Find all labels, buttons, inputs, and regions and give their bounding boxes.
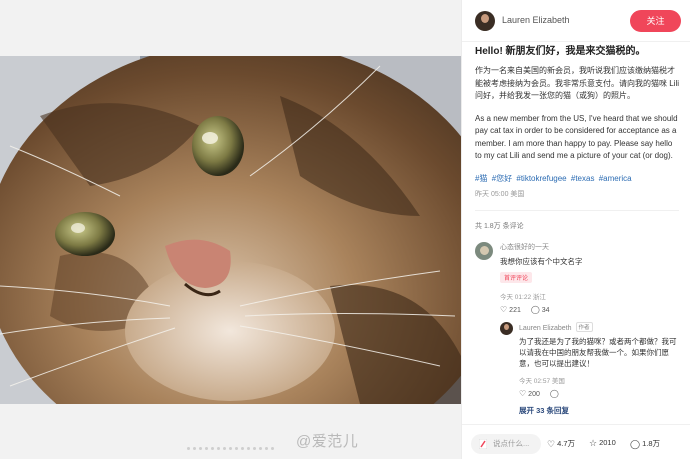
post-body-en: As a new member from the US, I've heard …	[475, 113, 678, 161]
comment-icon: ◯	[530, 304, 540, 314]
author-avatar[interactable]	[475, 11, 495, 31]
carousel-dot[interactable]	[247, 447, 250, 450]
divider	[475, 209, 679, 211]
watermark: @爱范儿	[296, 433, 359, 450]
reply-item: Lauren Elizabeth 作者 为了我还是为了我的猫咪？或者两个都做？我可…	[500, 321, 679, 416]
reply-actions: ♡ 200 ◯	[519, 389, 679, 398]
post-body-cn: 作为一名来自美国的新会员，我听说我们应该缴纳猫税才能被考虑接纳为会员。我非常乐意…	[475, 66, 680, 100]
carousel-dot[interactable]	[271, 447, 274, 450]
heart-icon: ♡	[547, 439, 556, 449]
tag-link[interactable]: #您好	[492, 174, 512, 183]
comment-meta: 今天 01:22 浙江	[500, 293, 546, 301]
post-content[interactable]: Hello! 新朋友们好，我是来交猫税的。 作为一名来自美国的新会员，我听说我们…	[462, 42, 690, 424]
comment-icon: ◯	[549, 388, 559, 398]
comment-icon: ◯	[630, 439, 641, 449]
comment-input[interactable]: 说点什么...	[471, 434, 541, 454]
star-count: 2010	[599, 438, 616, 447]
follow-button[interactable]: 关注	[630, 10, 681, 32]
carousel-dot[interactable]	[217, 447, 220, 450]
post-meta: 昨天 05:00 美国	[475, 190, 525, 198]
media-viewer: @爱范儿	[0, 0, 461, 459]
author-name[interactable]: Lauren Elizabeth	[502, 15, 570, 25]
comment-text: 我想你应该有个中文名字	[500, 256, 583, 266]
expand-replies-link[interactable]: 展开 33 条回复	[519, 405, 679, 416]
commenter-avatar[interactable]	[475, 241, 493, 260]
like-count: 4.7万	[557, 439, 576, 448]
carousel-dot[interactable]	[211, 447, 214, 450]
comment-reply-count: 34	[541, 306, 550, 314]
reply-comment-button[interactable]: ◯	[549, 388, 561, 398]
heart-icon: ♡	[500, 304, 508, 314]
commenter-name[interactable]: 心态很好的一天	[500, 242, 679, 252]
comment-like-button[interactable]: ♡ 221	[500, 304, 521, 314]
carousel-dot[interactable]	[235, 447, 238, 450]
star-button[interactable]: ☆ 2010	[589, 438, 616, 449]
author-bar: Lauren Elizabeth 关注	[462, 0, 690, 42]
comments-count: 1.8万	[642, 439, 661, 448]
like-button[interactable]: ♡ 4.7万	[547, 438, 575, 450]
post-side-panel: Lauren Elizabeth 关注 Hello! 新朋友们好，我是来交猫税的…	[461, 0, 690, 459]
reply-author-avatar[interactable]	[500, 321, 513, 335]
bottom-action-bar: 说点什么... ♡ 4.7万 ☆ 2010 ◯ 1.8万	[462, 424, 690, 459]
carousel-dot[interactable]	[241, 447, 244, 450]
reply-like-count: 200	[528, 390, 540, 398]
author-tag: 作者	[575, 321, 593, 332]
tag-list: #猫 #您好 #tiktokrefugee #texas #america	[475, 173, 679, 185]
cat-photo[interactable]	[0, 56, 461, 404]
heart-icon: ♡	[519, 388, 527, 398]
carousel-dot[interactable]	[199, 447, 202, 450]
carousel-dot[interactable]	[205, 447, 208, 450]
tag-link[interactable]: #america	[599, 174, 632, 183]
reply-author-name[interactable]: Lauren Elizabeth	[519, 325, 572, 332]
first-comment-badge: 首评评论	[500, 271, 533, 283]
comment-input-placeholder: 说点什么...	[493, 439, 530, 448]
carousel-dot[interactable]	[265, 447, 268, 450]
comment-actions: ♡ 221 ◯ 34	[500, 305, 679, 314]
comment-reply-button[interactable]: ◯ 34	[530, 304, 550, 314]
carousel-dots[interactable]	[0, 447, 461, 450]
carousel-dot[interactable]	[259, 447, 262, 450]
comment-count: 共 1.8万 条评论	[475, 222, 524, 230]
reply-text: 为了我还是为了我的猫咪？或者两个都做？我可以请我在中国的朋友帮我做一个。如果你们…	[519, 336, 677, 368]
tag-link[interactable]: #tiktokrefugee	[516, 174, 566, 183]
tag-link[interactable]: #texas	[571, 174, 595, 183]
reply-author-line: Lauren Elizabeth 作者	[519, 321, 679, 332]
comment-like-count: 221	[509, 306, 521, 314]
comments-button[interactable]: ◯ 1.8万	[630, 438, 660, 450]
comment-item: 心态很好的一天 我想你应该有个中文名字 首评评论 今天 01:22 浙江 ♡ 22…	[475, 241, 679, 416]
star-icon: ☆	[589, 438, 598, 448]
reply-like-button[interactable]: ♡ 200	[519, 388, 540, 398]
carousel-dot[interactable]	[223, 447, 226, 450]
post-title: Hello! 新朋友们好，我是来交猫税的。	[475, 46, 646, 57]
carousel-dot[interactable]	[229, 447, 232, 450]
carousel-dot[interactable]	[187, 447, 190, 450]
carousel-dot[interactable]	[253, 447, 256, 450]
reply-meta: 今天 02:57 美国	[519, 377, 565, 385]
carousel-dot[interactable]	[193, 447, 196, 450]
pen-icon	[479, 439, 487, 449]
tag-link[interactable]: #猫	[475, 174, 487, 183]
